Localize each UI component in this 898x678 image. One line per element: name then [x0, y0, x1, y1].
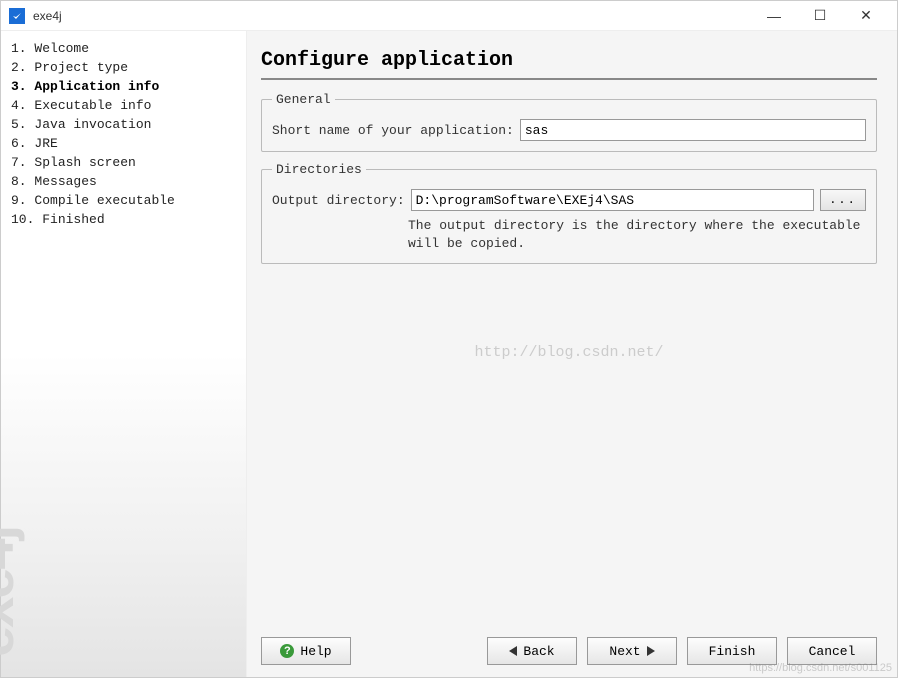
page-title: Configure application	[261, 49, 877, 80]
short-name-label: Short name of your application:	[272, 123, 514, 138]
directories-legend: Directories	[272, 162, 366, 177]
sidebar-item-welcome[interactable]: 1. Welcome	[5, 39, 242, 58]
exe4j-logo: exe4j	[0, 527, 26, 657]
main-panel: Configure application General Short name…	[246, 31, 897, 677]
general-group: General Short name of your application:	[261, 92, 877, 152]
sidebar-item-java-invocation[interactable]: 5. Java invocation	[5, 115, 242, 134]
help-button[interactable]: ? Help	[261, 637, 351, 665]
sidebar-item-application-info[interactable]: 3. Application info	[5, 77, 242, 96]
browse-button[interactable]: ...	[820, 189, 866, 211]
close-button[interactable]: ✕	[843, 1, 889, 31]
sidebar-item-compile-executable[interactable]: 9. Compile executable	[5, 191, 242, 210]
output-directory-input[interactable]	[411, 189, 814, 211]
window-title: exe4j	[33, 9, 62, 23]
sidebar: 1. Welcome 2. Project type 3. Applicatio…	[1, 31, 246, 677]
output-directory-help: The output directory is the directory wh…	[408, 217, 866, 253]
app-icon	[9, 8, 25, 24]
finish-button[interactable]: Finish	[687, 637, 777, 665]
output-directory-label: Output directory:	[272, 193, 405, 208]
arrow-right-icon	[647, 646, 655, 656]
corner-watermark: https://blog.csdn.net/s001125	[749, 662, 892, 674]
arrow-left-icon	[509, 646, 517, 656]
sidebar-item-finished[interactable]: 10. Finished	[5, 210, 242, 229]
maximize-button[interactable]: ☐	[797, 1, 843, 31]
back-button[interactable]: Back	[487, 637, 577, 665]
titlebar: exe4j — ☐ ✕	[1, 1, 897, 31]
footer: ? Help Back Next Finish Cancel	[261, 627, 877, 665]
sidebar-item-messages[interactable]: 8. Messages	[5, 172, 242, 191]
help-icon: ?	[280, 644, 294, 658]
short-name-input[interactable]	[520, 119, 866, 141]
minimize-button[interactable]: —	[751, 1, 797, 31]
general-legend: General	[272, 92, 335, 107]
directories-group: Directories Output directory: ... The ou…	[261, 162, 877, 264]
sidebar-item-executable-info[interactable]: 4. Executable info	[5, 96, 242, 115]
next-button[interactable]: Next	[587, 637, 677, 665]
sidebar-item-project-type[interactable]: 2. Project type	[5, 58, 242, 77]
sidebar-item-splash-screen[interactable]: 7. Splash screen	[5, 153, 242, 172]
cancel-button[interactable]: Cancel	[787, 637, 877, 665]
watermark-text: http://blog.csdn.net/	[261, 344, 877, 361]
sidebar-item-jre[interactable]: 6. JRE	[5, 134, 242, 153]
